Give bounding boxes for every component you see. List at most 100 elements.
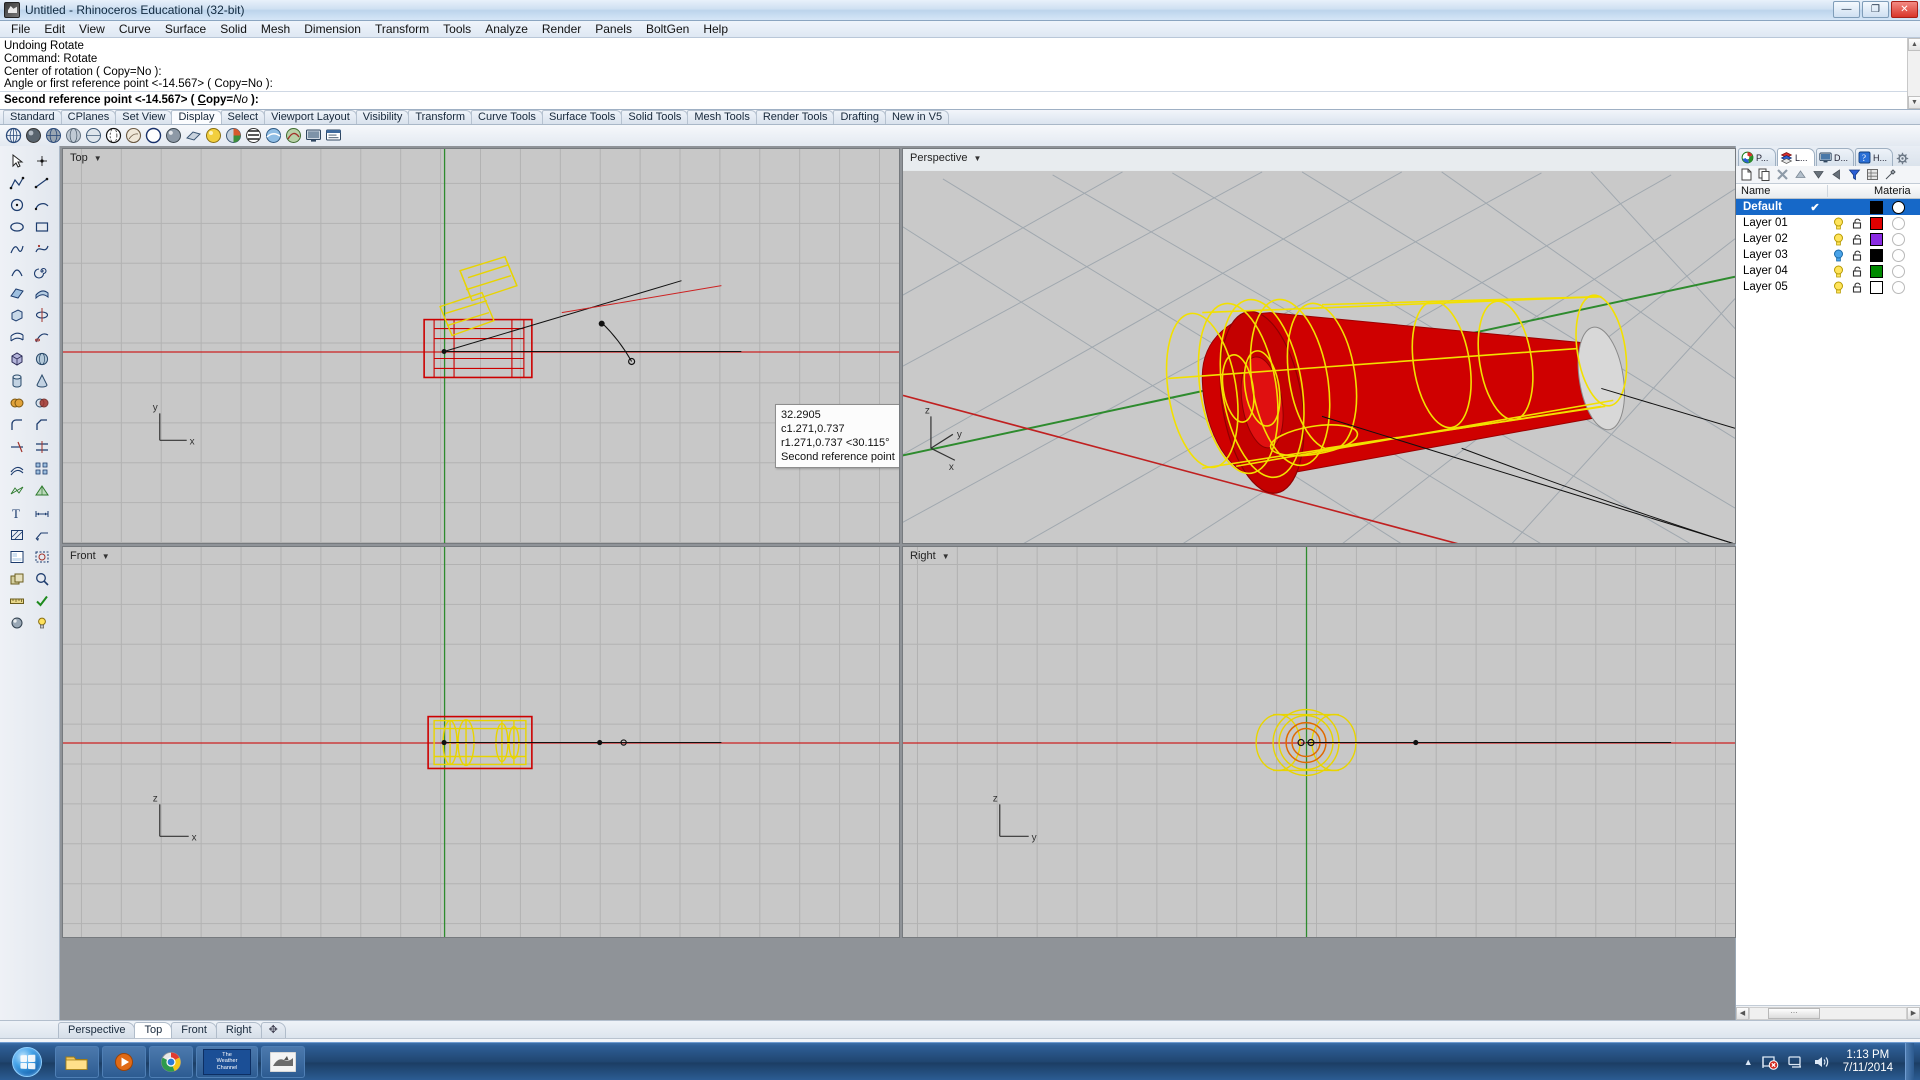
top-viewport-label-group[interactable]: Top ▼ [67,151,102,165]
panel-tab-layers[interactable]: L... [1777,148,1815,166]
leader-icon[interactable] [31,524,54,545]
toolbar-tab-transform[interactable]: Transform [408,110,473,125]
viewport-tab-perspective[interactable]: Perspective [58,1022,136,1038]
polyline-icon[interactable] [6,172,29,193]
layer-color-swatch[interactable] [1866,216,1886,230]
split-icon[interactable] [31,436,54,457]
toolbar-tab-display[interactable]: Display [171,110,222,125]
block-icon[interactable] [6,568,29,589]
fillet-icon[interactable] [6,414,29,435]
layer-material-swatch[interactable] [1886,248,1910,262]
xray-sphere-icon[interactable] [84,126,103,145]
command-option-hotkey[interactable]: C [198,94,206,106]
layer-material-swatch[interactable] [1886,232,1910,246]
new-layer-icon[interactable] [1739,167,1754,182]
command-history[interactable]: Undoing Rotate Command: Rotate Center of… [0,38,1920,91]
wireframe-sphere-icon[interactable] [44,126,63,145]
hatch-icon[interactable] [6,524,29,545]
layer-lock-icon[interactable] [1848,281,1866,293]
plane-icon[interactable] [184,126,203,145]
layer-column-name[interactable]: Name [1736,185,1828,197]
scroll-left-icon[interactable]: ◀ [1736,1006,1749,1020]
toolbar-tab-standard[interactable]: Standard [3,110,62,125]
layer-horizontal-scrollbar[interactable]: ◀ ⋯ ▶ [1736,1006,1920,1020]
chevron-down-icon[interactable]: ▼ [94,154,102,163]
arc-icon[interactable] [31,194,54,215]
show-hidden-icons-button[interactable]: ▲ [1744,1057,1753,1067]
light-icon[interactable] [31,612,54,633]
menu-item-render[interactable]: Render [535,21,588,37]
boolean-union-icon[interactable] [6,392,29,413]
cylinder-solid-icon[interactable] [6,370,29,391]
ghosted-sphere-icon[interactable] [64,126,83,145]
layer-color-swatch[interactable] [1866,280,1886,294]
layer-material-swatch[interactable] [1886,280,1910,294]
layer-name[interactable]: Layer 01 [1736,217,1802,229]
scrollbar-thumb[interactable]: ⋯ [1768,1007,1820,1019]
layer-name[interactable]: Layer 05 [1736,281,1802,293]
explorer-taskbar-button[interactable] [55,1045,99,1078]
layer-name[interactable]: Layer 02 [1736,233,1802,245]
sweep-icon[interactable] [31,326,54,347]
surface-patch-icon[interactable] [31,282,54,303]
render-sphere-icon[interactable] [164,126,183,145]
ellipse-icon[interactable] [6,216,29,237]
menu-item-dimension[interactable]: Dimension [297,21,368,37]
toolbar-tab-surface-tools[interactable]: Surface Tools [541,110,623,125]
box-solid-icon[interactable] [6,348,29,369]
command-scrollbar[interactable]: ▲ ▼ [1907,38,1920,110]
menu-item-curve[interactable]: Curve [112,21,158,37]
layer-name[interactable]: Layer 04 [1736,265,1802,277]
sphere-solid-icon[interactable] [31,348,54,369]
layer-visibility-bulb[interactable] [1828,265,1848,278]
offset-icon[interactable] [6,458,29,479]
move-left-icon[interactable] [1829,167,1844,182]
array-icon[interactable] [31,458,54,479]
layer-lock-icon[interactable] [1848,217,1866,229]
layer-row-05[interactable]: Layer 05 [1736,279,1920,295]
menu-item-surface[interactable]: Surface [158,21,213,37]
point-icon[interactable] [31,150,54,171]
monitor-icon[interactable] [304,126,323,145]
network-icon[interactable] [1787,1053,1805,1071]
analysis-icon[interactable] [31,568,54,589]
menu-item-analyze[interactable]: Analyze [478,21,535,37]
shaded-sphere-icon[interactable] [24,126,43,145]
layer-visibility-bulb[interactable] [1828,233,1848,246]
show-desktop-button[interactable] [1905,1043,1914,1080]
perspective-viewport[interactable]: z y x Perspective ▼ [902,148,1736,544]
panel-tab-display[interactable]: D... [1816,148,1854,166]
layer-material-swatch[interactable] [1886,216,1910,230]
mesh-tools-icon[interactable] [31,480,54,501]
toolbar-tab-visibility[interactable]: Visibility [355,110,410,125]
media-player-taskbar-button[interactable] [102,1045,146,1078]
chevron-down-icon[interactable]: ▼ [942,552,950,561]
right-viewport-label[interactable]: Right [907,549,939,563]
scroll-up-icon[interactable]: ▲ [1908,38,1920,51]
windows-start-button[interactable] [2,1045,52,1079]
layer-row-04[interactable]: Layer 04 [1736,263,1920,279]
cursor-arrow-icon[interactable] [6,150,29,171]
layer-row-01[interactable]: Layer 01 [1736,215,1920,231]
layer-name[interactable]: Default [1736,201,1802,213]
layer-color-swatch[interactable] [1866,248,1886,262]
emap-icon[interactable] [264,126,283,145]
chamfer-icon[interactable] [31,414,54,435]
front-viewport-label-group[interactable]: Front ▼ [67,549,110,563]
layer-row-default[interactable]: Default ✔ [1736,199,1920,215]
menu-item-file[interactable]: File [4,21,37,37]
sphere-icon[interactable] [4,126,23,145]
properties-grid-icon[interactable] [1865,167,1880,182]
trim-icon[interactable] [6,436,29,457]
render-icon[interactable] [6,612,29,633]
perspective-viewport-label[interactable]: Perspective [907,151,970,165]
delete-layer-icon[interactable] [1775,167,1790,182]
curve-icon[interactable] [6,238,29,259]
taskbar-clock[interactable]: 1:13 PM 7/11/2014 [1839,1049,1897,1075]
toolbar-tab-set-view[interactable]: Set View [115,110,173,125]
freeform-curve-icon[interactable] [31,238,54,259]
top-viewport-label[interactable]: Top [67,151,91,165]
menu-item-tools[interactable]: Tools [436,21,478,37]
layer-row-02[interactable]: Layer 02 [1736,231,1920,247]
mesh-icon[interactable] [6,480,29,501]
